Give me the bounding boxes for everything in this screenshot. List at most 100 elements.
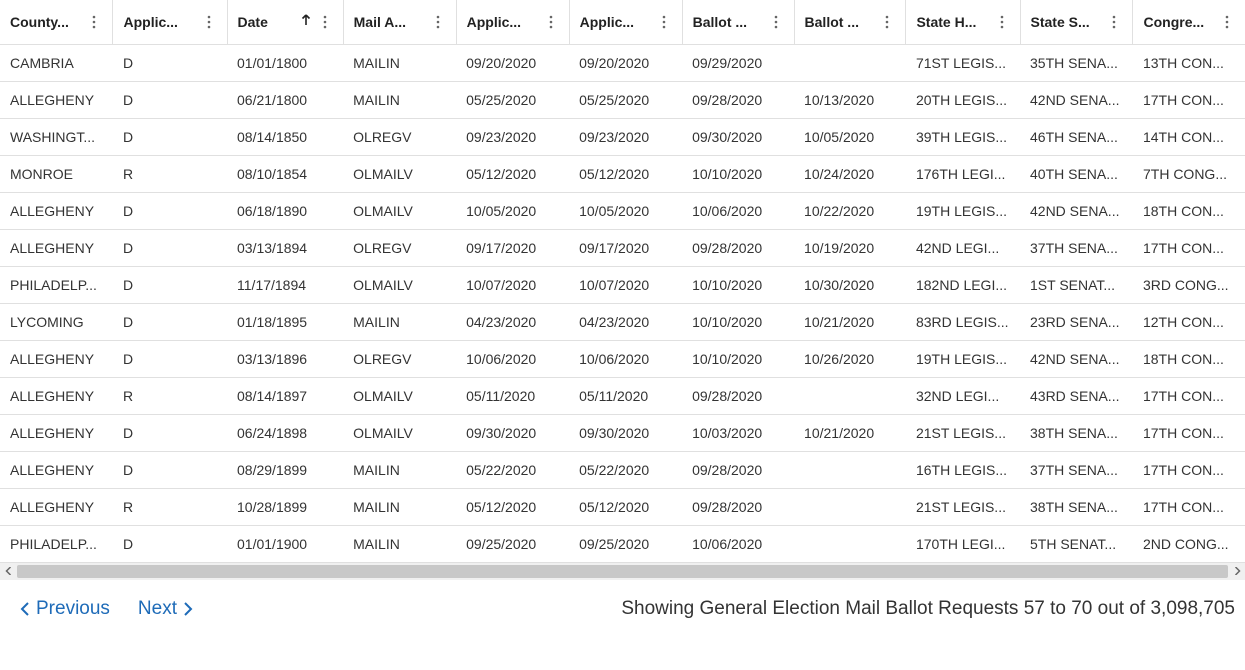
table-cell: MAILIN (343, 488, 456, 525)
table-cell: 10/10/2020 (682, 266, 794, 303)
table-cell: 09/30/2020 (569, 414, 682, 451)
column-menu-icon[interactable] (201, 15, 217, 29)
column-menu-icon[interactable] (1219, 15, 1235, 29)
scroll-left-button[interactable] (0, 563, 17, 580)
table-cell: 16TH LEGIS... (906, 451, 1020, 488)
column-menu-icon[interactable] (879, 15, 895, 29)
table-cell: 10/06/2020 (456, 340, 569, 377)
table-cell: 10/06/2020 (682, 525, 794, 562)
table-cell: 35TH SENA... (1020, 44, 1133, 81)
column-header[interactable]: Ballot ... (794, 0, 906, 44)
next-button[interactable]: Next (138, 598, 193, 620)
column-header[interactable]: Date (227, 0, 343, 44)
column-header[interactable]: Mail A... (343, 0, 456, 44)
table-cell: 12TH CON... (1133, 303, 1245, 340)
table-row[interactable]: ALLEGHENYD06/18/1890OLMAILV10/05/202010/… (0, 192, 1245, 229)
table-cell: 176TH LEGI... (906, 155, 1020, 192)
table-row[interactable]: CAMBRIAD01/01/1800MAILIN09/20/202009/20/… (0, 44, 1245, 81)
table-cell: 09/28/2020 (682, 229, 794, 266)
table-cell: 170TH LEGI... (906, 525, 1020, 562)
table-row[interactable]: ALLEGHENYD06/24/1898OLMAILV09/30/202009/… (0, 414, 1245, 451)
scrollbar-thumb[interactable] (17, 565, 1228, 578)
table-cell: 17TH CON... (1133, 414, 1245, 451)
table-row[interactable]: ALLEGHENYD03/13/1894OLREGV09/17/202009/1… (0, 229, 1245, 266)
previous-button[interactable]: Previous (20, 598, 110, 620)
table-cell: OLREGV (343, 340, 456, 377)
table-cell: 09/28/2020 (682, 488, 794, 525)
table-row[interactable]: ALLEGHENYD06/21/1800MAILIN05/25/202005/2… (0, 81, 1245, 118)
table-cell: 38TH SENA... (1020, 488, 1133, 525)
column-header-label: Mail A... (354, 14, 424, 30)
table-row[interactable]: ALLEGHENYR08/14/1897OLMAILV05/11/202005/… (0, 377, 1245, 414)
column-header[interactable]: Applic... (113, 0, 227, 44)
table-cell: 10/19/2020 (794, 229, 906, 266)
table-cell: ALLEGHENY (0, 340, 113, 377)
table-cell: 10/05/2020 (569, 192, 682, 229)
scroll-right-button[interactable] (1228, 563, 1245, 580)
table-row[interactable]: PHILADELP...D11/17/1894OLMAILV10/07/2020… (0, 266, 1245, 303)
table-cell: 10/07/2020 (456, 266, 569, 303)
column-header[interactable]: Applic... (569, 0, 682, 44)
column-menu-icon[interactable] (86, 15, 102, 29)
table-cell: PHILADELP... (0, 266, 113, 303)
table-cell: D (113, 525, 227, 562)
table-row[interactable]: ALLEGHENYD08/29/1899MAILIN05/22/202005/2… (0, 451, 1245, 488)
column-menu-icon[interactable] (430, 15, 446, 29)
table-cell: 10/26/2020 (794, 340, 906, 377)
column-menu-icon[interactable] (768, 15, 784, 29)
table-cell: 83RD LEGIS... (906, 303, 1020, 340)
table-row[interactable]: PHILADELP...D01/01/1900MAILIN09/25/20200… (0, 525, 1245, 562)
status-text: Showing General Election Mail Ballot Req… (621, 598, 1235, 620)
table-cell: 20TH LEGIS... (906, 81, 1020, 118)
table-row[interactable]: MONROER08/10/1854OLMAILV05/12/202005/12/… (0, 155, 1245, 192)
table-cell: ALLEGHENY (0, 229, 113, 266)
table-cell: PHILADELP... (0, 525, 113, 562)
column-header-label: Congre... (1143, 14, 1213, 30)
table-cell: MAILIN (343, 525, 456, 562)
column-header[interactable]: State S... (1020, 0, 1133, 44)
table-cell: D (113, 118, 227, 155)
horizontal-scrollbar[interactable] (0, 563, 1245, 580)
column-menu-icon[interactable] (1106, 15, 1122, 29)
table-cell: 21ST LEGIS... (906, 414, 1020, 451)
table-cell: D (113, 303, 227, 340)
table-row[interactable]: ALLEGHENYR10/28/1899MAILIN05/12/202005/1… (0, 488, 1245, 525)
table-cell: D (113, 266, 227, 303)
table-cell: MAILIN (343, 81, 456, 118)
previous-label: Previous (36, 598, 110, 620)
table-cell: 19TH LEGIS... (906, 340, 1020, 377)
column-header[interactable]: Ballot ... (682, 0, 794, 44)
column-menu-icon[interactable] (994, 15, 1010, 29)
table-cell: 2ND CONG... (1133, 525, 1245, 562)
column-menu-icon[interactable] (317, 15, 333, 29)
column-header[interactable]: County... (0, 0, 113, 44)
table-cell: 09/17/2020 (569, 229, 682, 266)
table-row[interactable]: ALLEGHENYD03/13/1896OLREGV10/06/202010/0… (0, 340, 1245, 377)
table-cell: D (113, 44, 227, 81)
table-cell: 7TH CONG... (1133, 155, 1245, 192)
column-header-label: Ballot ... (693, 14, 762, 30)
column-header[interactable]: Congre... (1133, 0, 1245, 44)
table-cell: 10/22/2020 (794, 192, 906, 229)
column-header[interactable]: State H... (906, 0, 1020, 44)
table-cell: ALLEGHENY (0, 451, 113, 488)
table-cell: D (113, 414, 227, 451)
table-cell: R (113, 377, 227, 414)
table-row[interactable]: WASHINGT...D08/14/1850OLREGV09/23/202009… (0, 118, 1245, 155)
table-cell: LYCOMING (0, 303, 113, 340)
column-header-label: Applic... (123, 14, 194, 30)
column-menu-icon[interactable] (656, 15, 672, 29)
table-cell: ALLEGHENY (0, 81, 113, 118)
column-header[interactable]: Applic... (456, 0, 569, 44)
table-cell: 10/21/2020 (794, 414, 906, 451)
data-grid: County... Applic... Date Mail A... Applic...… (0, 0, 1245, 563)
table-cell: 05/22/2020 (456, 451, 569, 488)
table-cell: 182ND LEGI... (906, 266, 1020, 303)
table-cell: 06/21/1800 (227, 81, 343, 118)
column-menu-icon[interactable] (543, 15, 559, 29)
table-cell: 09/28/2020 (682, 451, 794, 488)
table-cell: 03/13/1894 (227, 229, 343, 266)
table-cell: 09/29/2020 (682, 44, 794, 81)
table-cell: 37TH SENA... (1020, 229, 1133, 266)
table-row[interactable]: LYCOMINGD01/18/1895MAILIN04/23/202004/23… (0, 303, 1245, 340)
